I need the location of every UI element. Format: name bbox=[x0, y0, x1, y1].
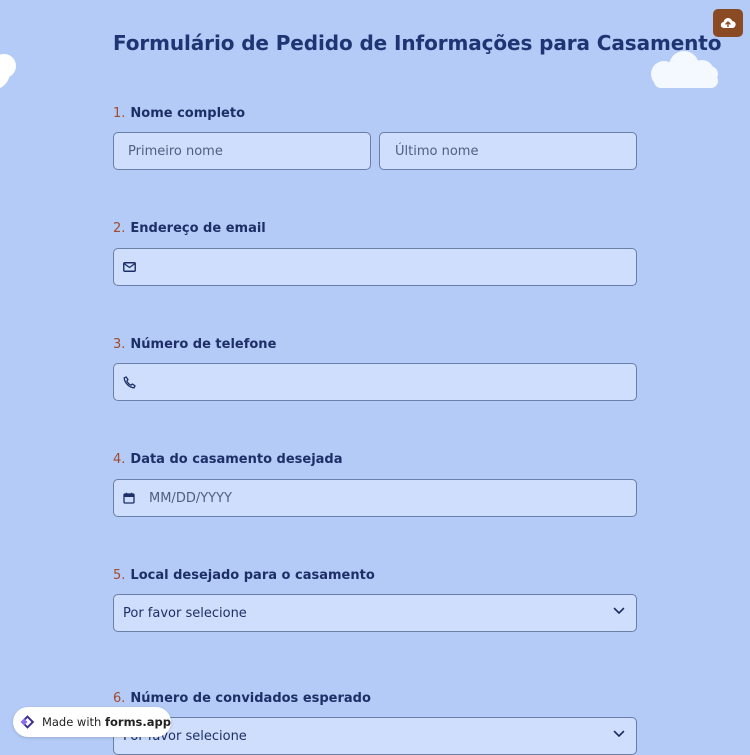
question-label-venue: 5. Local desejado para o casamento bbox=[113, 568, 375, 583]
question-number: 1. bbox=[113, 106, 126, 121]
venue-selected-value: Por favor selecione bbox=[123, 605, 247, 621]
phone-icon bbox=[123, 375, 137, 389]
forms-app-logo-icon bbox=[20, 715, 35, 729]
question-label-guest-count: 6. Número de convidados esperado bbox=[113, 691, 371, 706]
question-number: 6. bbox=[113, 691, 126, 706]
wedding-date-input[interactable]: MM/DD/YYYY bbox=[113, 479, 637, 517]
cloud-upload-icon bbox=[720, 18, 736, 29]
made-with-forms-app-badge[interactable]: Made with forms.app bbox=[13, 707, 171, 737]
date-placeholder: MM/DD/YYYY bbox=[149, 490, 232, 506]
question-label-wedding-date: 4. Data do casamento desejada bbox=[113, 452, 343, 467]
first-name-placeholder: Primeiro nome bbox=[128, 143, 223, 159]
question-label-email: 2. Endereço de email bbox=[113, 221, 266, 236]
first-name-input[interactable]: Primeiro nome bbox=[113, 132, 371, 170]
question-label-phone: 3. Número de telefone bbox=[113, 337, 277, 352]
email-input[interactable] bbox=[113, 248, 637, 286]
cloud-decoration bbox=[0, 54, 16, 89]
guest-count-select[interactable]: Por favor selecione bbox=[113, 717, 637, 755]
badge-prefix: Made with bbox=[41, 715, 102, 729]
chevron-down-icon bbox=[613, 730, 625, 737]
chevron-down-icon bbox=[613, 607, 625, 614]
question-number: 4. bbox=[113, 452, 126, 467]
question-number: 5. bbox=[113, 568, 126, 583]
last-name-input[interactable]: Último nome bbox=[379, 132, 637, 170]
question-number: 3. bbox=[113, 337, 126, 352]
form-title: Formulário de Pedido de Informações para… bbox=[113, 31, 722, 55]
envelope-icon bbox=[123, 260, 137, 274]
last-name-placeholder: Último nome bbox=[395, 143, 479, 159]
question-label-full-name: 1. Nome completo bbox=[113, 106, 246, 121]
venue-select[interactable]: Por favor selecione bbox=[113, 594, 637, 632]
phone-input[interactable] bbox=[113, 363, 637, 401]
badge-brand: forms.app bbox=[105, 715, 171, 729]
question-number: 2. bbox=[113, 221, 126, 236]
calendar-icon bbox=[123, 491, 137, 505]
